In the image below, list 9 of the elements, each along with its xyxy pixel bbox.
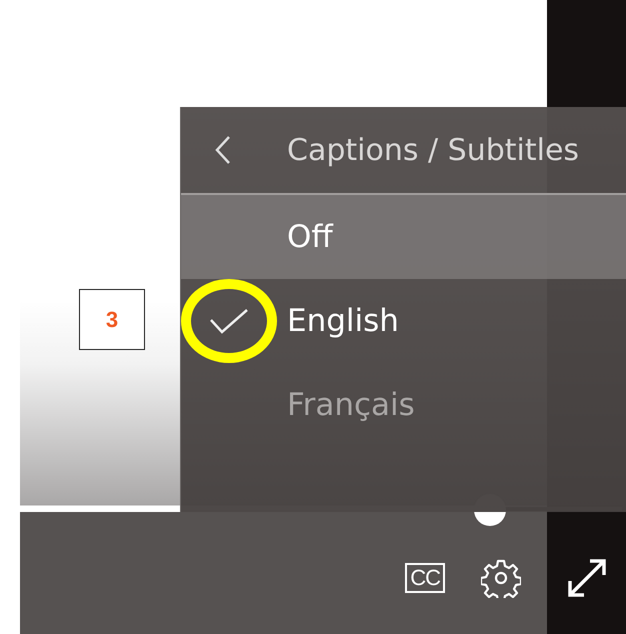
menu-title: Captions / Subtitles [287,132,580,168]
settings-icon[interactable] [481,558,521,598]
caption-option[interactable]: Off [181,195,626,279]
step-number: 3 [79,289,145,350]
caption-option[interactable]: Français [181,363,626,447]
back-icon[interactable] [215,135,231,165]
check-icon [209,308,249,334]
captions-button[interactable]: CC [405,563,445,593]
caption-option[interactable]: English [181,279,626,363]
